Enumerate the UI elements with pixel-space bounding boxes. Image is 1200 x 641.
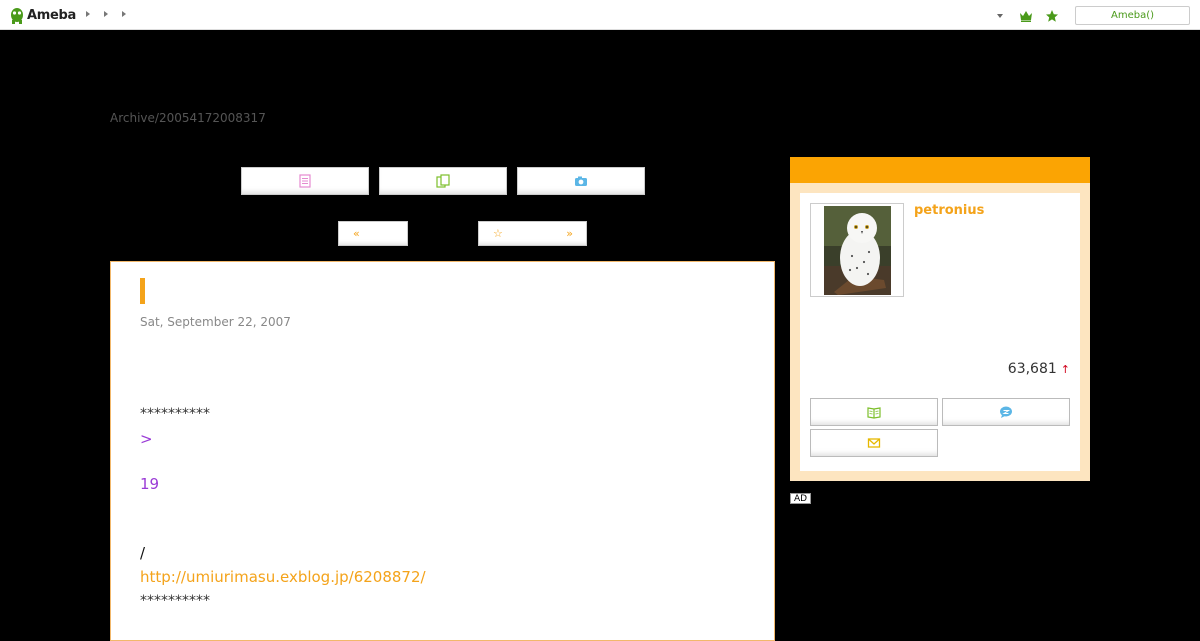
rank-value: 63,681 bbox=[1007, 361, 1057, 377]
star-outline-icon: ☆ bbox=[493, 227, 503, 240]
copy-icon bbox=[436, 174, 450, 188]
profile-name-link[interactable]: petronius bbox=[914, 203, 984, 218]
camera-icon bbox=[575, 176, 587, 186]
nav-arrow-2[interactable] bbox=[104, 11, 108, 17]
nav-arrow-1[interactable] bbox=[86, 11, 90, 17]
message-button[interactable] bbox=[810, 429, 938, 457]
ranking: 63,681 ↑ bbox=[1008, 361, 1070, 377]
next-arrow: » bbox=[566, 227, 573, 240]
speech-bubble-icon bbox=[1000, 406, 1012, 418]
article-card: Sat, September 22, 2007 ********** > 19 … bbox=[110, 261, 775, 641]
post-date: Sat, September 22, 2007 bbox=[140, 315, 291, 329]
profile-header-bar bbox=[790, 157, 1090, 183]
ameba-logo[interactable]: Ameba bbox=[10, 5, 76, 25]
profile-panel: petronius 63,681 ↑ bbox=[790, 157, 1090, 481]
owl-avatar-image bbox=[824, 206, 891, 295]
read-blog-button[interactable] bbox=[810, 398, 938, 426]
separator-top: ********** bbox=[140, 406, 210, 422]
number-line: 19 bbox=[140, 475, 160, 493]
document-icon bbox=[299, 174, 311, 188]
ameba-mascot-icon bbox=[11, 8, 23, 24]
copy-button[interactable] bbox=[379, 167, 507, 195]
book-icon bbox=[867, 407, 881, 419]
separator-bottom: ********** bbox=[140, 593, 210, 609]
avatar[interactable] bbox=[810, 203, 904, 297]
quote-mark: > bbox=[140, 430, 153, 448]
prev-arrow: « bbox=[353, 227, 360, 240]
prev-entry-button[interactable]: « bbox=[338, 221, 408, 246]
next-entry-button[interactable]: ☆ » bbox=[478, 221, 587, 246]
ad-badge: AD bbox=[790, 493, 811, 504]
entry-list-button[interactable] bbox=[241, 167, 369, 195]
photo-button[interactable] bbox=[517, 167, 645, 195]
nav-arrow-3[interactable] bbox=[122, 11, 126, 17]
profile-content: petronius 63,681 ↑ bbox=[800, 193, 1080, 471]
ameba-login-button[interactable]: Ameba() bbox=[1075, 6, 1190, 25]
header-nav bbox=[86, 11, 126, 17]
slash-line: / bbox=[140, 544, 146, 562]
mail-icon bbox=[867, 438, 881, 448]
chat-button[interactable] bbox=[942, 398, 1070, 426]
star-icon[interactable] bbox=[1045, 9, 1059, 23]
chevron-down-icon[interactable] bbox=[997, 13, 1003, 18]
header-actions: Ameba() bbox=[997, 6, 1190, 25]
top-header: Ameba Ameba() bbox=[0, 0, 1200, 30]
crown-icon[interactable] bbox=[1019, 9, 1033, 23]
archive-link[interactable]: Archive/20054172008317 bbox=[110, 111, 266, 125]
rank-up-arrow-icon: ↑ bbox=[1060, 363, 1070, 376]
external-link[interactable]: http://umiurimasu.exblog.jp/6208872/ bbox=[140, 568, 426, 586]
logo-text: Ameba bbox=[27, 7, 77, 23]
title-accent-bar bbox=[140, 278, 145, 304]
